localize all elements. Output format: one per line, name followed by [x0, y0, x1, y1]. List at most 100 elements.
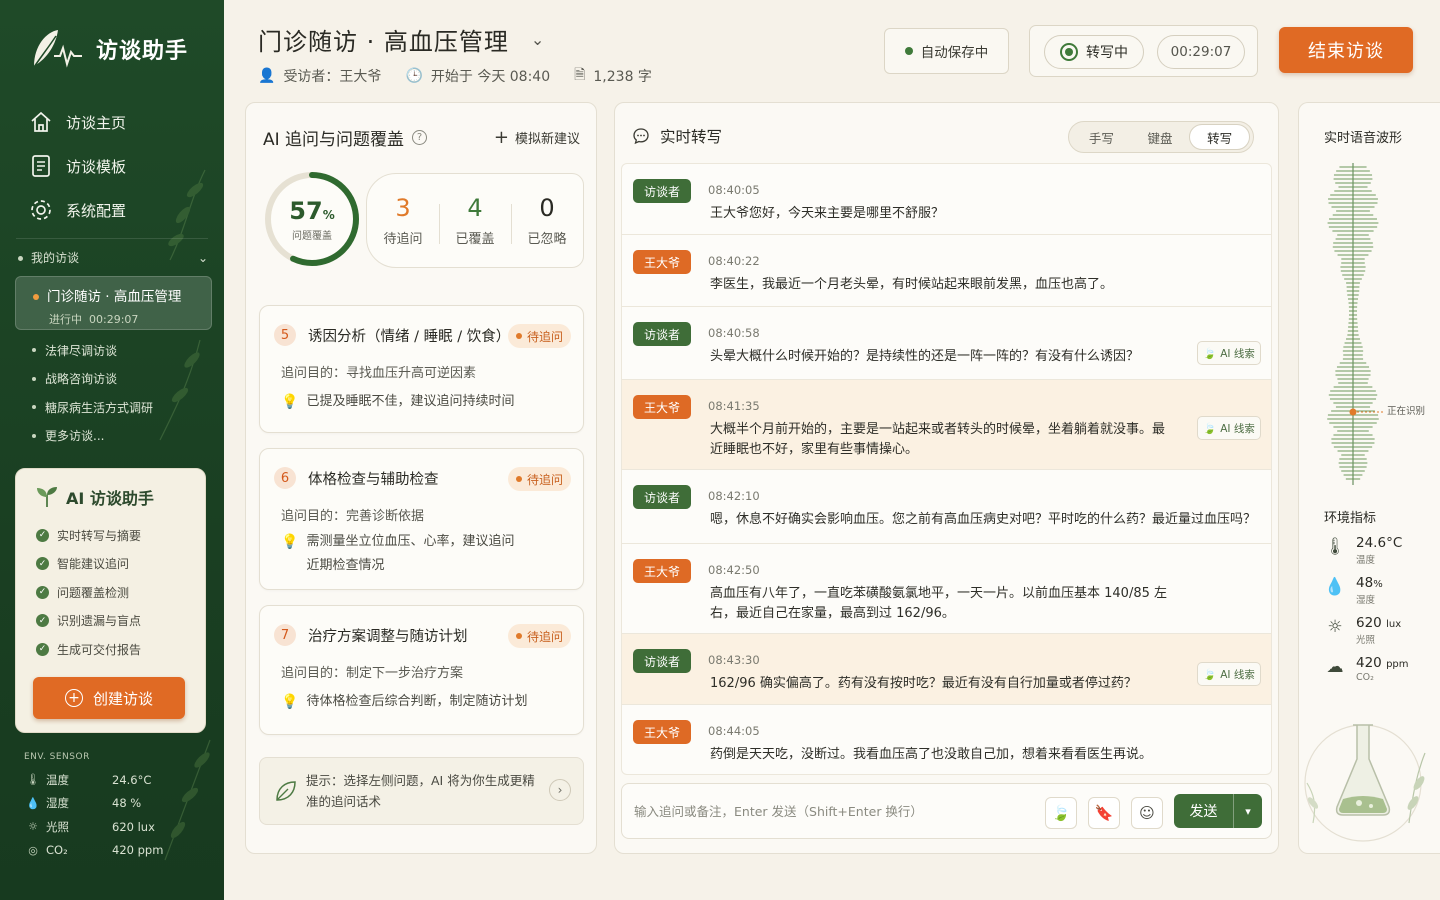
metric-label: 湿度: [1356, 595, 1376, 606]
brand[interactable]: 访谈助手: [28, 26, 188, 72]
nav-item-templates[interactable]: 访谈模板: [28, 144, 126, 188]
send-button-group: 发送 ▾: [1174, 794, 1262, 828]
mode-transcribe-tab[interactable]: 转写: [1189, 124, 1251, 150]
mode-handwrite-tab[interactable]: 手写: [1072, 124, 1131, 150]
session-list: 法律尽调访谈 战略咨询访谈 糖尿病生活方式调研 更多访谈...: [32, 336, 153, 450]
leaf-icon[interactable]: 🍃: [1045, 797, 1077, 829]
feature-label: 生成可交付报告: [57, 642, 142, 657]
chevron-down-icon[interactable]: ⌄: [531, 30, 545, 49]
autosave-label: 自动保存中: [920, 45, 989, 61]
env-value: 24.6°C: [112, 772, 152, 787]
panel-title-text: 实时转写: [660, 128, 723, 146]
feature-item: ✓ 智能建议追问: [36, 550, 205, 579]
session-item[interactable]: 糖尿病生活方式调研: [32, 393, 153, 422]
transcript-message[interactable]: 访谈者 08:42:10 嗯，休息不好确实会影响血压。您之前有高血压病史对吧？平…: [622, 470, 1271, 544]
metric-value: 620: [1356, 615, 1382, 631]
speaker-badge: 王大爷: [633, 250, 691, 274]
message-text: 药倒是天天吃，没断过。我看血压高了也没敢自己加，想着来看看医生再说。: [710, 747, 1153, 762]
stat-label: 待追问: [383, 232, 423, 247]
clock-icon: 🕒: [405, 68, 423, 84]
message-text: 王大爷您好，今天来主要是哪里不舒服？: [710, 206, 945, 221]
transcript-message[interactable]: 访谈者 08:40:58 头晕大概什么时候开始的？是持续性的还是一阵一阵的？有没…: [622, 307, 1271, 380]
message-time: 08:43:30: [708, 653, 760, 667]
metric-unit: °C: [1386, 535, 1403, 551]
metric-unit: %: [1373, 579, 1383, 590]
transcript-message[interactable]: 王大爷 08:42:50 高血压有八年了，一直吃苯磺酸氨氯地平，一天一片。以前血…: [622, 544, 1271, 634]
stat-pending[interactable]: 3 待追问: [367, 194, 439, 247]
sprout-icon: [37, 487, 57, 507]
feature-label: 实时转写与摘要: [57, 528, 142, 543]
end-interview-button[interactable]: 结束访谈: [1279, 27, 1413, 73]
autosave-status: 自动保存中: [884, 28, 1009, 74]
send-button[interactable]: 发送: [1174, 794, 1233, 828]
metric-value: 24.6: [1356, 535, 1387, 551]
flask-illustration-icon: [1304, 724, 1426, 842]
question-card[interactable]: 7 治疗方案调整与随访计划 待追问 追问目的：制定下一步治疗方案 💡 待体格检查后综…: [259, 605, 584, 735]
chevron-down-icon[interactable]: ▾: [1233, 794, 1262, 828]
speaker-badge: 王大爷: [633, 559, 691, 583]
transcript-message[interactable]: 王大爷 08:40:22 李医生，我最近一个月老头晕，有时候站起来眼前发黑，血压…: [622, 235, 1271, 307]
live-dot-icon: [33, 294, 39, 300]
question-card[interactable]: 6 体格检查与辅助检查 待追问 追问目的：完善诊断依据 💡 需测量坐立位血压、心率，…: [259, 448, 584, 590]
leaf-logo-icon: [31, 30, 82, 71]
session-item-more[interactable]: 更多访谈...: [32, 422, 153, 451]
message-time: 08:42:10: [708, 489, 760, 503]
ai-clue-button[interactable]: 🍃 AI 线索: [1197, 416, 1261, 440]
leaf-icon: 🍃: [1203, 347, 1217, 360]
document-icon: 🗎: [574, 67, 586, 83]
nav-item-settings[interactable]: 系统配置: [28, 188, 126, 232]
page-title[interactable]: 门诊随访 · 高血压管理 ⌄: [258, 22, 545, 57]
question-note-text: 需测量坐立位血压、心率，建议追问近期检查情况: [306, 534, 515, 573]
simulate-suggestion-button[interactable]: + 模拟新建议: [494, 127, 580, 148]
ai-clue-button[interactable]: 🍃 AI 线索: [1197, 662, 1261, 686]
composer-input[interactable]: [634, 796, 1034, 826]
bookmark-icon[interactable]: 🔖: [1088, 797, 1120, 829]
stat-ignored[interactable]: 0 已忽略: [511, 194, 583, 247]
ai-clue-button[interactable]: 🍃 AI 线索: [1197, 341, 1261, 365]
mode-keyboard-tab[interactable]: 键盘: [1131, 124, 1190, 150]
coverage-ring: 57% 问题覆盖: [262, 169, 362, 269]
emoji-icon[interactable]: ☺: [1131, 797, 1163, 829]
question-purpose: 追问目的：完善诊断依据: [281, 509, 425, 524]
help-icon[interactable]: ?: [412, 130, 428, 145]
session-item[interactable]: 法律尽调访谈: [32, 336, 153, 365]
env-metric: 🌡 24.6°C 温度: [1324, 535, 1409, 575]
message-time: 08:41:35: [708, 399, 760, 413]
chevron-right-icon[interactable]: ›: [549, 779, 571, 801]
start-time-label: 开始于 今天 08:40: [430, 69, 551, 85]
question-card[interactable]: 5 诱因分析（情绪 / 睡眠 / 饮食） 待追问 追问目的：寻找血压升高可逆因素 …: [259, 305, 584, 433]
transcript-message[interactable]: 访谈者 08:43:30 162/96 确实偏高了。药有没有按时吃？最近有没有自…: [622, 634, 1271, 705]
env-metrics-title: 环境指标: [1324, 511, 1377, 526]
message-text: 大概半个月前开始的，主要是一站起来或者转头的时候晕，坐着躺着就没事。最近睡眠也不…: [710, 422, 1166, 457]
main-nav: 访谈主页 访谈模板 系统配置: [28, 100, 126, 232]
feature-label: 识别遗漏与盲点: [57, 614, 142, 629]
message-composer: 🍃 🔖 ☺ 发送 ▾: [621, 783, 1272, 839]
home-icon: [31, 111, 51, 132]
sun-icon: ☼: [1327, 617, 1343, 637]
transcript-message[interactable]: 访谈者 08:40:05 王大爷您好，今天来主要是哪里不舒服？: [622, 164, 1271, 235]
active-session-title: 门诊随访 · 高血压管理: [47, 289, 182, 305]
session-group-header[interactable]: 我的访谈 ⌄: [18, 249, 208, 266]
nav-item-home[interactable]: 访谈主页: [28, 100, 126, 144]
check-icon: ✓: [36, 557, 49, 571]
ai-clue-label: AI 线索: [1220, 668, 1255, 681]
recognizing-label: 正在识别: [1387, 406, 1426, 417]
message-time: 08:40:22: [708, 254, 760, 268]
session-item-label: 法律尽调访谈: [45, 343, 118, 358]
status-badge: 待追问: [507, 624, 571, 648]
transcribing-toggle[interactable]: 转写中: [1044, 35, 1144, 69]
feature-item: ✓ 生成可交付报告: [36, 635, 205, 664]
user-icon: 👤: [258, 68, 276, 84]
create-interview-button[interactable]: + 创建访谈: [33, 677, 185, 719]
template-icon: [32, 155, 50, 177]
active-session[interactable]: 门诊随访 · 高血压管理 进行中 00:29:07: [15, 276, 212, 330]
transcript-message[interactable]: 王大爷 08:44:05 药倒是天天吃，没断过。我看血压高了也没敢自己加，想着来…: [622, 705, 1271, 774]
stat-value: 4: [467, 194, 483, 222]
stat-covered[interactable]: 4 已覆盖: [439, 194, 511, 247]
transcript-message[interactable]: 王大爷 08:41:35 大概半个月前开始的，主要是一站起来或者转头的时候晕，坐…: [622, 380, 1271, 470]
speaker-badge: 访谈者: [633, 179, 691, 203]
tip-text: 提示：选择左侧问题，AI 将为你生成更精准的追问话术: [306, 773, 535, 809]
waveform-title: 实时语音波形: [1324, 131, 1403, 146]
speaker-badge: 访谈者: [633, 649, 691, 673]
session-item[interactable]: 战略咨询访谈: [32, 365, 153, 394]
